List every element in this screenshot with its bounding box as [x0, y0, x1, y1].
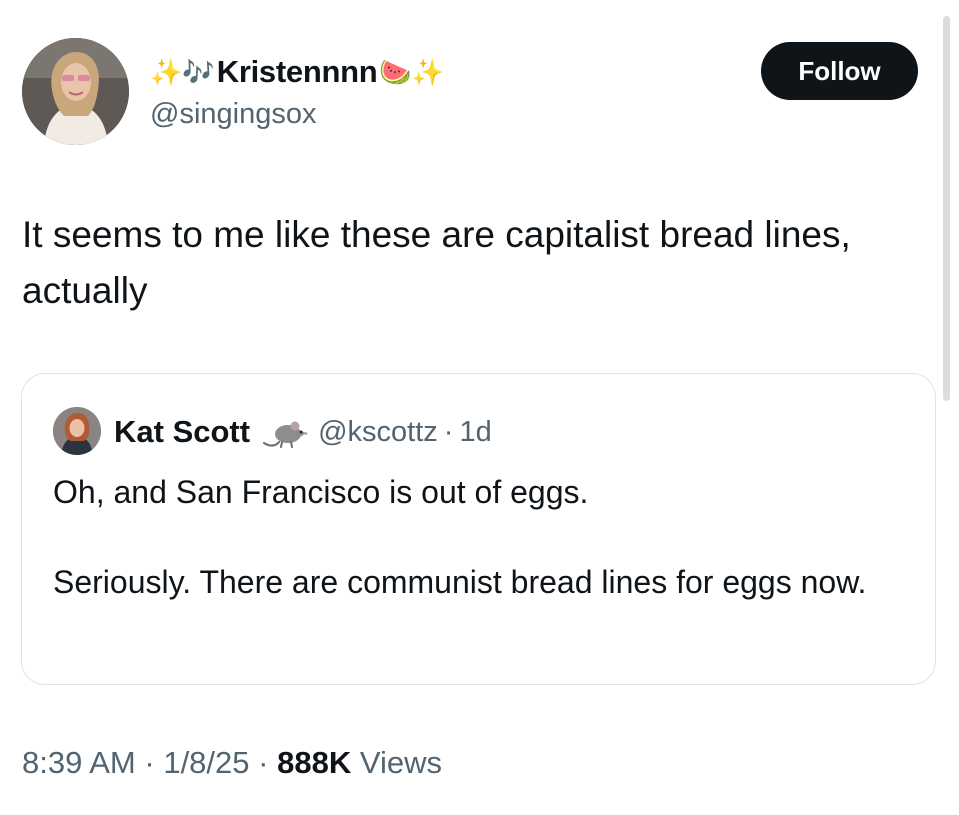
quoted-paragraph: Seriously. There are communist bread lin…: [53, 564, 867, 600]
avatar-photo: [22, 38, 129, 145]
quoted-tweet-header: Kat Scott @kscottz · 1d: [114, 410, 492, 454]
avatar-photo: [53, 407, 101, 455]
watermelon-icon: 🍉: [379, 57, 412, 87]
tweet-date[interactable]: 1/8/25: [163, 745, 249, 780]
quoted-tweet-text: Oh, and San Francisco is out of eggs. Se…: [53, 470, 923, 605]
header-separator: ·: [443, 415, 454, 448]
sparkles-icon: ✨: [411, 57, 445, 87]
rat-icon: [262, 416, 308, 448]
quoted-author-name[interactable]: Kat Scott: [114, 414, 250, 450]
meta-separator: ·: [258, 745, 269, 780]
meta-separator: ·: [144, 745, 155, 780]
tweet-meta: 8:39 AM · 1/8/25 · 888K Views: [22, 745, 442, 781]
quoted-author-handle[interactable]: @kscottz: [318, 416, 438, 449]
quoted-tweet-card[interactable]: Kat Scott @kscottz · 1d Oh, and San Fran…: [21, 373, 936, 685]
author-display-name[interactable]: Kristennnn: [217, 54, 378, 90]
quoted-paragraph: Oh, and San Francisco is out of eggs.: [53, 474, 589, 510]
tweet-time[interactable]: 8:39 AM: [22, 745, 136, 780]
author-avatar[interactable]: [22, 38, 129, 145]
views-count: 888K: [277, 745, 352, 780]
author-handle[interactable]: @singingsox: [150, 98, 316, 131]
scrollbar[interactable]: [943, 16, 950, 401]
views-label: Views: [359, 745, 442, 780]
music-notes-icon: 🎶: [182, 57, 215, 87]
follow-button[interactable]: Follow: [761, 42, 918, 100]
quoted-tweet-age[interactable]: 1d: [459, 416, 491, 449]
tweet-text: It seems to me like these are capitalist…: [22, 214, 851, 311]
quoted-author-avatar[interactable]: [53, 407, 101, 455]
author-name-row[interactable]: ✨ 🎶 Kristennnn 🍉 ✨: [150, 50, 444, 94]
sparkles-icon: ✨: [150, 57, 183, 87]
